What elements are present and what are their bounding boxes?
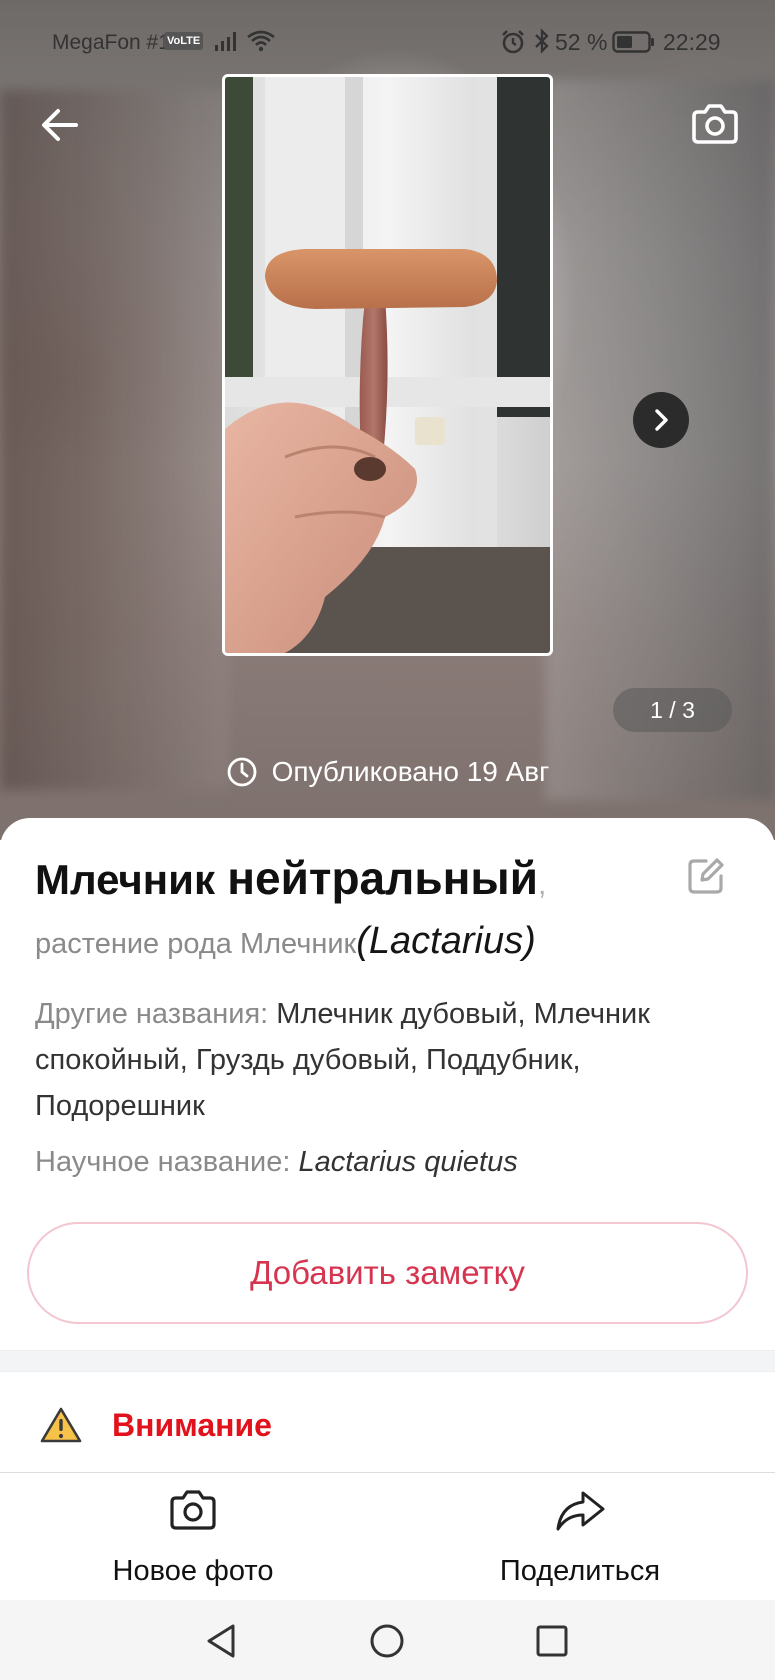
attention-row[interactable]: Внимание	[0, 1378, 775, 1472]
share-button[interactable]: Поделиться	[450, 1473, 710, 1601]
new-photo-button[interactable]: Новое фото	[63, 1473, 323, 1601]
nav-back-button[interactable]	[196, 1618, 246, 1664]
arrow-left-icon	[42, 109, 78, 141]
other-names: Другие названия: Млечник дубовый, Млечни…	[35, 991, 735, 1129]
gallery-blur-background-left	[0, 90, 230, 790]
signal-icon	[214, 30, 240, 58]
bluetooth-icon	[533, 28, 551, 60]
alarm-icon	[500, 29, 526, 61]
mushroom-photo-image	[225, 77, 550, 653]
species-name-part1: Млечник	[35, 856, 216, 903]
photo-counter: 1 / 3	[613, 688, 732, 732]
species-name-comma: ,	[537, 868, 547, 901]
warning-icon	[40, 1406, 82, 1444]
system-navigation-bar	[0, 1600, 775, 1680]
edit-icon	[688, 858, 724, 894]
chevron-right-icon	[655, 409, 668, 431]
camera-icon	[692, 104, 738, 144]
scientific-name-label: Научное название:	[35, 1146, 291, 1178]
attention-label: Внимание	[112, 1406, 272, 1443]
other-names-label: Другие названия:	[35, 998, 269, 1030]
photo-gallery: MegaFon #1 VoLTE 52 % 22:29 1 / 3 Опубли…	[0, 0, 775, 840]
carrier-name: MegaFon #1	[52, 31, 170, 54]
species-info-card: Млечник нейтральный, растение рода Млечн…	[0, 818, 775, 1348]
battery-percent: 52 %	[555, 29, 608, 55]
nav-recent-apps-button[interactable]	[527, 1618, 577, 1664]
status-clock: 22:29	[663, 29, 721, 55]
next-photo-button[interactable]	[633, 392, 689, 448]
genus-latin: (Lactarius)	[356, 920, 536, 962]
triangle-back-icon	[207, 1624, 235, 1658]
genus-prefix: растение рода Млечник	[35, 928, 357, 960]
camera-button[interactable]	[684, 93, 746, 155]
volte-badge: VoLTE	[164, 32, 204, 50]
edit-button[interactable]	[684, 854, 728, 898]
camera-icon	[170, 1490, 216, 1530]
nav-home-button[interactable]	[362, 1618, 412, 1664]
add-note-button[interactable]: Добавить заметку	[27, 1222, 748, 1324]
scientific-name: Научное название: Lactarius quietus	[35, 1146, 735, 1179]
share-arrow-icon	[556, 1491, 605, 1531]
published-label: Опубликовано 19 Авг	[271, 756, 550, 787]
bottom-action-bar: Новое фото Поделиться	[0, 1472, 775, 1600]
scientific-name-value: Lactarius quietus	[298, 1146, 518, 1178]
back-button[interactable]	[30, 95, 90, 155]
share-label: Поделиться	[499, 1555, 661, 1587]
wifi-icon	[246, 29, 276, 59]
mushroom-photo[interactable]	[222, 74, 553, 656]
mushroom-detail-screen: MegaFon #1 VoLTE 52 % 22:29 1 / 3 Опубли…	[0, 0, 775, 1680]
battery-icon	[612, 31, 656, 59]
published-date: Опубликовано 19 Авг	[0, 756, 775, 788]
new-photo-label: Новое фото	[112, 1555, 274, 1587]
species-name-part2: нейтральный	[227, 852, 538, 904]
circle-home-icon	[370, 1624, 404, 1658]
section-divider	[0, 1350, 775, 1372]
square-recents-icon	[536, 1625, 568, 1657]
genus-line: растение рода Млечник(Lactarius)	[35, 920, 735, 963]
clock-icon	[226, 756, 258, 788]
species-title: Млечник нейтральный,	[35, 852, 675, 911]
